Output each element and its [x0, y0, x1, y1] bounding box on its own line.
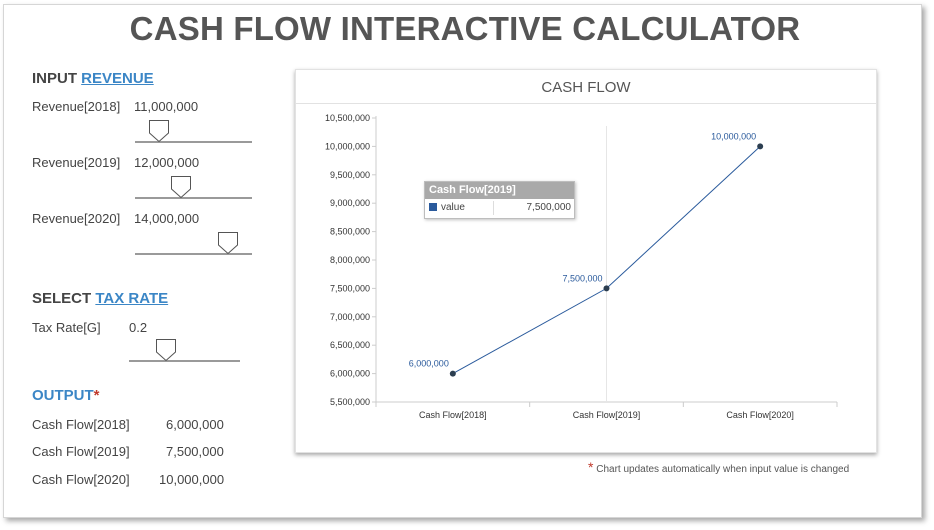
revenue-2019-label: Revenue[2019] — [32, 155, 121, 170]
y-tick-label: 7,000,000 — [330, 312, 370, 322]
data-label: 10,000,000 — [711, 131, 756, 141]
output-2019-value: 7,500,000 — [166, 444, 224, 459]
y-tick-label: 9,000,000 — [330, 198, 370, 208]
chart-footnote: * Chart updates automatically when input… — [588, 459, 849, 475]
tooltip-title: Cash Flow[2019] — [425, 182, 574, 199]
chart-panel: CASH FLOW 10,500,000 10,000,000 9,500,000 9… — [295, 69, 877, 453]
y-tick-label: 8,500,000 — [330, 227, 370, 237]
footnote-text: Chart updates automatically when input v… — [596, 464, 850, 475]
tooltip-divider — [493, 201, 494, 215]
tax-heading-prefix: SELECT — [32, 290, 92, 307]
output-2018-label: Cash Flow[2018] — [32, 417, 130, 432]
x-tick-label: Cash Flow[2020] — [726, 410, 794, 420]
data-point — [603, 285, 610, 292]
revenue-2019-slider-track[interactable] — [135, 197, 252, 199]
output-2020-value: 10,000,000 — [159, 472, 225, 487]
tax-rate-slider-thumb[interactable] — [156, 339, 176, 361]
revenue-2019-value: 12,000,000 — [134, 155, 200, 170]
cash-flow-line-chart: 10,500,000 10,000,000 9,500,000 9,000,000 8,… — [325, 113, 838, 420]
output-2020-label: Cash Flow[2020] — [32, 472, 130, 487]
chart-tooltip: Cash Flow[2019] value 7,500,000 — [424, 181, 575, 219]
tooltip-series-swatch — [429, 203, 437, 211]
output-2018-value: 6,000,000 — [166, 417, 224, 432]
data-label: 6,000,000 — [409, 359, 449, 369]
tooltip-row: value 7,500,000 — [425, 199, 574, 217]
x-tick-label: Cash Flow[2019] — [573, 410, 641, 420]
output-section-heading: OUTPUT* — [32, 387, 100, 404]
input-section-heading: INPUT REVENUE — [32, 70, 154, 87]
y-tick-label: 5,500,000 — [330, 397, 370, 407]
input-heading-prefix: INPUT — [32, 70, 77, 87]
y-tick-label: 7,500,000 — [330, 283, 370, 293]
tax-rate-value: 0.2 — [129, 320, 148, 335]
tax-rate-link[interactable]: TAX RATE — [95, 290, 168, 307]
revenue-2020-slider-thumb[interactable] — [218, 232, 238, 254]
revenue-link[interactable]: REVENUE — [81, 70, 154, 87]
revenue-2018-slider-thumb[interactable] — [149, 120, 169, 142]
output-asterisk: * — [93, 387, 100, 404]
y-tick-label: 10,500,000 — [325, 113, 370, 123]
revenue-2020-value: 14,000,000 — [134, 211, 200, 226]
revenue-2019-slider-thumb[interactable] — [171, 176, 191, 198]
y-tick-label: 8,000,000 — [330, 255, 370, 265]
revenue-2020-label: Revenue[2020] — [32, 211, 121, 226]
revenue-2018-label: Revenue[2018] — [32, 99, 121, 114]
page-title: CASH FLOW INTERACTIVE CALCULATOR — [129, 10, 801, 47]
output-2019-label: Cash Flow[2019] — [32, 444, 130, 459]
tax-rate-label: Tax Rate[G] — [32, 320, 101, 335]
y-tick-label: 10,000,000 — [325, 141, 370, 151]
data-label: 7,500,000 — [562, 273, 602, 283]
footnote-asterisk: * — [588, 459, 594, 475]
revenue-2018-value: 11,000,000 — [134, 99, 199, 114]
x-tick-label: Cash Flow[2018] — [419, 410, 487, 420]
y-tick-label: 6,500,000 — [330, 340, 370, 350]
tooltip-series-name: value — [441, 202, 465, 213]
y-tick-label: 6,000,000 — [330, 369, 370, 379]
tooltip-value: 7,500,000 — [526, 202, 572, 213]
output-heading: OUTPUT — [32, 387, 94, 404]
y-tick-label: 9,500,000 — [330, 170, 370, 180]
data-point — [449, 370, 456, 377]
tax-section-heading: SELECT TAX RATE — [32, 290, 168, 307]
tax-rate-slider-track[interactable] — [129, 360, 240, 362]
data-point — [757, 143, 764, 150]
